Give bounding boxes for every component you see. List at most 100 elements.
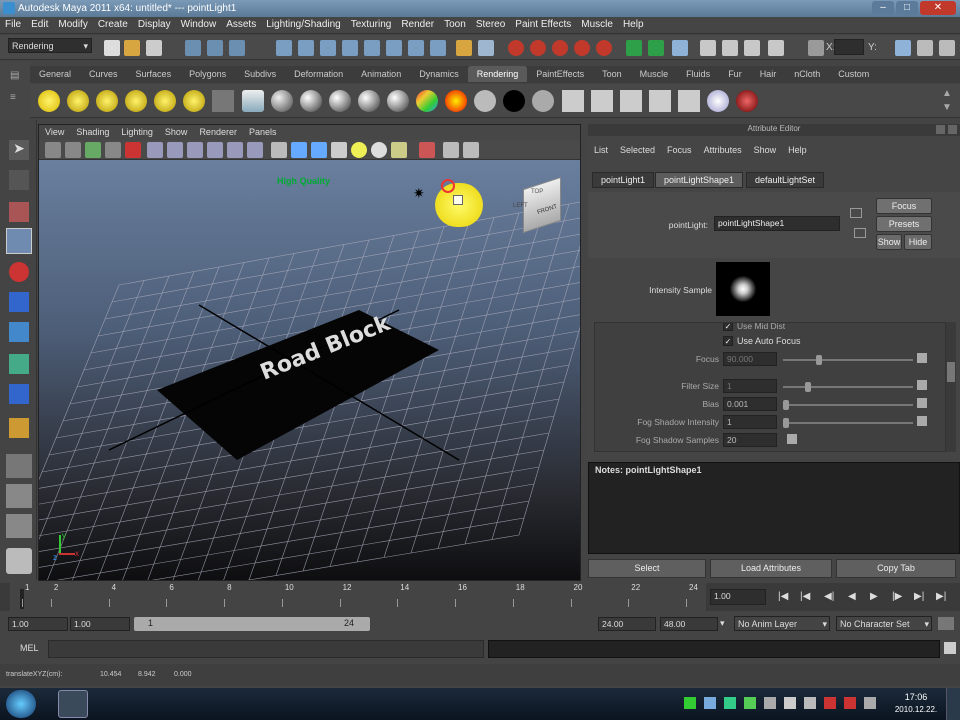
select-hierarchy-icon[interactable] [185,40,201,56]
point-light-icon[interactable] [96,90,118,112]
use-auto-focus-checkbox[interactable]: ✓ [723,336,733,346]
gate-mask-icon[interactable] [207,142,223,158]
node-name-field[interactable]: pointLightShape1 [714,216,840,231]
camera-attributes-icon[interactable] [65,142,81,158]
absolute-transform-icon[interactable] [808,40,824,56]
close-panel-icon[interactable] [948,125,957,134]
shelf-tab-muscle[interactable]: Muscle [631,66,678,82]
paint-select-tool-icon[interactable] [9,202,29,222]
tray-icon-5[interactable] [764,697,776,709]
tray-icon-1[interactable] [684,697,696,709]
new-scene-icon[interactable] [104,40,120,56]
select-button[interactable]: Select [588,559,706,578]
shelf-tab-hair[interactable]: Hair [751,66,786,82]
menu-muscle[interactable]: Muscle [576,17,618,32]
wireframe-icon[interactable] [271,142,287,158]
tab-pointlight1[interactable]: pointLight1 [592,172,655,188]
viewport-menu-lighting[interactable]: Lighting [115,125,159,139]
snap-to-point-icon[interactable] [552,40,568,56]
ramp-shader-icon[interactable] [445,90,467,112]
fog-shadow-samples-map-icon[interactable] [787,434,797,444]
use-mid-dist-checkbox[interactable]: ✓ [723,323,733,331]
mel-label[interactable]: MEL [20,643,39,653]
shelf-tab-fluids[interactable]: Fluids [677,66,719,82]
fog-shadow-intensity-slider[interactable] [783,415,913,429]
shelf-scroll-up-icon[interactable]: ▲ [942,88,952,99]
shelf-tab-surfaces[interactable]: Surfaces [127,66,181,82]
last-tool-icon[interactable] [9,418,29,438]
viewport-menu-show[interactable]: Show [159,125,194,139]
create-camera-icon[interactable] [242,90,264,112]
resolution-gate-icon[interactable] [187,142,203,158]
shelf-tab-curves[interactable]: Curves [80,66,127,82]
field-chart-icon[interactable] [227,142,243,158]
shelf-tab-general[interactable]: General [30,66,80,82]
show-hide-attribute-editor-icon[interactable] [895,40,911,56]
go-to-end-icon[interactable]: ▶| [936,591,946,602]
shelf-tab-animation[interactable]: Animation [352,66,410,82]
textured-icon[interactable] [331,142,347,158]
render-view-icon[interactable] [768,40,784,56]
go-to-output-icon[interactable] [854,228,866,238]
focus-field[interactable]: 90.000 [723,352,777,366]
viewport-menu-renderer[interactable]: Renderer [193,125,243,139]
shelf-tab-painteffects[interactable]: PaintEffects [527,66,593,82]
shelf-tab-polygons[interactable]: Polygons [180,66,235,82]
step-back-frame-icon[interactable]: ◀| [824,591,834,602]
go-to-start-icon[interactable]: |◀ [778,591,788,602]
focus-map-icon[interactable] [917,353,927,363]
show-hide-channel-box-icon[interactable] [939,40,955,56]
layered-shader-icon[interactable] [416,90,438,112]
tray-icon-9[interactable] [844,697,856,709]
menu-set-dropdown[interactable]: Rendering ▾ [8,38,92,53]
playback-start-field[interactable]: 1.00 [70,617,130,631]
clock-date[interactable]: 2010.12.22. [890,705,942,714]
ae-menu-show[interactable]: Show [748,142,783,158]
time-ruler[interactable]: 1 2 4 6 8 10 12 14 16 18 20 22 24 [10,583,706,611]
point-light-gizmo-icon[interactable]: ✷ [413,185,425,202]
volume-icon[interactable] [804,697,816,709]
ipr-icon[interactable] [591,90,613,112]
tray-icon-6[interactable] [784,697,796,709]
viewport-menu-view[interactable]: View [39,125,70,139]
range-bar[interactable]: 1 24 [134,617,370,631]
view-cube[interactable]: LEFT FRONT TOP [509,176,565,234]
menu-modify[interactable]: Modify [53,17,92,32]
attributes-scroll-area[interactable]: ✓ Use Mid Dist ✓ Use Auto Focus Focus 90… [594,322,946,452]
hide-button[interactable]: Hide [904,234,932,250]
lasso-tool-icon[interactable] [9,170,29,190]
menu-create[interactable]: Create [93,17,133,32]
grid-toggle-icon[interactable] [147,142,163,158]
menu-toon[interactable]: Toon [439,17,471,32]
filter-size-slider[interactable] [783,379,913,393]
command-input[interactable] [48,640,484,658]
ae-menu-list[interactable]: List [588,142,614,158]
network-icon[interactable] [864,697,876,709]
render-icon[interactable] [562,90,584,112]
maximize-button[interactable]: □ [896,1,918,15]
menu-assets[interactable]: Assets [221,17,261,32]
render-current-frame-icon[interactable] [672,40,688,56]
show-desktop-button[interactable] [946,688,960,720]
volume-light-icon[interactable] [183,90,205,112]
camera-select-icon[interactable] [45,142,61,158]
shelf-tab-dynamics[interactable]: Dynamics [410,66,468,82]
blinn-material-icon[interactable] [300,90,322,112]
make-live-icon[interactable] [596,40,612,56]
current-frame-field[interactable]: 1.00 [710,589,766,605]
select-by-dynamic-icon[interactable] [386,40,402,56]
film-gate-icon[interactable] [167,142,183,158]
start-button[interactable] [6,690,36,718]
step-forward-frame-icon[interactable]: |▶ [892,591,902,602]
shelf-tab-fur[interactable]: Fur [719,66,751,82]
maya-taskbar-icon[interactable] [58,690,88,718]
play-forwards-icon[interactable]: ▶ [870,591,878,602]
use-background-icon[interactable] [503,90,525,112]
ae-menu-help[interactable]: Help [782,142,813,158]
four-view-layout-icon[interactable] [6,484,32,508]
area-light-icon[interactable] [154,90,176,112]
attributes-scrollbar[interactable] [946,322,956,452]
animation-preferences-icon[interactable] [938,617,954,630]
menu-render[interactable]: Render [396,17,439,32]
tray-icon-4[interactable] [744,697,756,709]
